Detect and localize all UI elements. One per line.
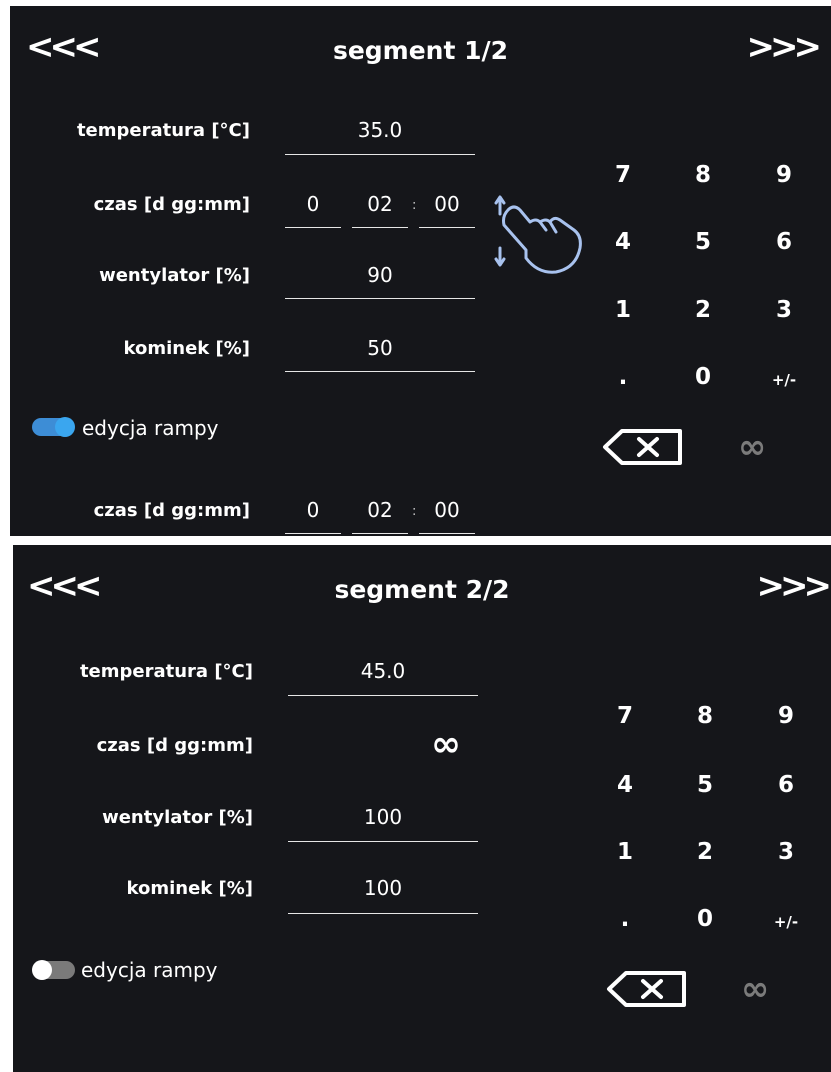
chimney-field[interactable]: 50 bbox=[285, 336, 475, 360]
time-hours-field[interactable]: 02 bbox=[352, 192, 408, 216]
segment-2-panel: <<< segment 2/2 >>> temperatura [°C] 45.… bbox=[13, 545, 831, 1072]
swipe-hand-icon bbox=[494, 195, 582, 274]
ramp-time-days-field[interactable]: 0 bbox=[285, 498, 341, 522]
keypad-key-5[interactable]: 5 bbox=[675, 772, 735, 798]
keypad-key-7[interactable]: 7 bbox=[593, 162, 653, 188]
infinity-key[interactable]: ∞ bbox=[738, 430, 766, 464]
time-days-field[interactable]: 0 bbox=[285, 192, 341, 216]
keypad-key-decimal[interactable]: . bbox=[595, 906, 655, 932]
ramp-edit-toggle[interactable] bbox=[32, 417, 75, 437]
next-segment-button[interactable]: >>> bbox=[757, 569, 831, 603]
chimney-label: kominek [%] bbox=[123, 338, 250, 359]
time-hours-underline bbox=[352, 227, 408, 228]
fan-field[interactable]: 100 bbox=[288, 805, 478, 829]
next-segment-button[interactable]: >>> bbox=[747, 30, 823, 64]
ramp-time-label: czas [d gg:mm] bbox=[93, 500, 250, 521]
time-minutes-field[interactable]: 00 bbox=[419, 192, 475, 216]
keypad-key-5[interactable]: 5 bbox=[673, 229, 733, 255]
backspace-icon[interactable] bbox=[606, 970, 688, 1008]
keypad-key-plus-minus[interactable]: +/- bbox=[756, 913, 816, 931]
keypad-key-3[interactable]: 3 bbox=[756, 839, 816, 865]
time-days-underline bbox=[285, 227, 341, 228]
chimney-underline bbox=[288, 913, 478, 914]
keypad-key-2[interactable]: 2 bbox=[673, 297, 733, 323]
infinity-key[interactable]: ∞ bbox=[741, 972, 769, 1006]
time-minutes-underline bbox=[419, 227, 475, 228]
keypad-key-decimal[interactable]: . bbox=[593, 364, 653, 390]
time-label: czas [d gg:mm] bbox=[93, 194, 250, 215]
fan-underline bbox=[285, 298, 475, 299]
keypad-key-4[interactable]: 4 bbox=[595, 772, 655, 798]
temperature-field[interactable]: 45.0 bbox=[288, 659, 478, 683]
keypad-key-9[interactable]: 9 bbox=[756, 703, 816, 729]
keypad-key-1[interactable]: 1 bbox=[593, 297, 653, 323]
ramp-time-minutes-field[interactable]: 00 bbox=[419, 498, 475, 522]
segment-title: segment 2/2 bbox=[334, 575, 510, 604]
ramp-time-separator: : bbox=[412, 504, 417, 519]
segment-title: segment 1/2 bbox=[332, 36, 509, 65]
keypad-key-2[interactable]: 2 bbox=[675, 839, 735, 865]
keypad-key-9[interactable]: 9 bbox=[754, 162, 814, 188]
toggle-knob bbox=[32, 960, 52, 980]
time-label: czas [d gg:mm] bbox=[96, 735, 253, 756]
time-infinity-value[interactable]: ∞ bbox=[431, 727, 461, 763]
temperature-field[interactable]: 35.0 bbox=[285, 118, 475, 142]
segment-1-panel: <<< segment 1/2 >>> temperatura [°C] 35.… bbox=[10, 6, 831, 536]
toggle-knob bbox=[55, 417, 75, 437]
keypad-key-6[interactable]: 6 bbox=[756, 772, 816, 798]
ramp-time-hours-underline bbox=[352, 533, 408, 534]
chimney-field[interactable]: 100 bbox=[288, 876, 478, 900]
temperature-label: temperatura [°C] bbox=[79, 661, 253, 682]
temperature-underline bbox=[288, 695, 478, 696]
ramp-edit-label: edycja rampy bbox=[81, 958, 218, 982]
temperature-label: temperatura [°C] bbox=[76, 120, 250, 141]
chimney-underline bbox=[285, 371, 475, 372]
fan-field[interactable]: 90 bbox=[285, 263, 475, 287]
keypad-key-7[interactable]: 7 bbox=[595, 703, 655, 729]
ramp-time-days-underline bbox=[285, 533, 341, 534]
keypad-key-8[interactable]: 8 bbox=[675, 703, 735, 729]
keypad-key-8[interactable]: 8 bbox=[673, 162, 733, 188]
backspace-icon[interactable] bbox=[602, 428, 684, 466]
keypad-key-1[interactable]: 1 bbox=[595, 839, 655, 865]
keypad-key-6[interactable]: 6 bbox=[754, 229, 814, 255]
keypad-key-0[interactable]: 0 bbox=[675, 906, 735, 932]
ramp-time-hours-field[interactable]: 02 bbox=[352, 498, 408, 522]
fan-underline bbox=[288, 841, 478, 842]
keypad-key-4[interactable]: 4 bbox=[593, 229, 653, 255]
temperature-underline bbox=[285, 154, 475, 155]
keypad-key-plus-minus[interactable]: +/- bbox=[754, 371, 814, 389]
time-separator: : bbox=[412, 198, 417, 213]
keypad-key-0[interactable]: 0 bbox=[673, 364, 733, 390]
ramp-time-minutes-underline bbox=[419, 533, 475, 534]
fan-label: wentylator [%] bbox=[102, 807, 253, 828]
keypad-key-3[interactable]: 3 bbox=[754, 297, 814, 323]
ramp-edit-label: edycja rampy bbox=[82, 416, 219, 440]
chimney-label: kominek [%] bbox=[126, 878, 253, 899]
fan-label: wentylator [%] bbox=[99, 265, 250, 286]
ramp-edit-toggle[interactable] bbox=[32, 960, 75, 980]
